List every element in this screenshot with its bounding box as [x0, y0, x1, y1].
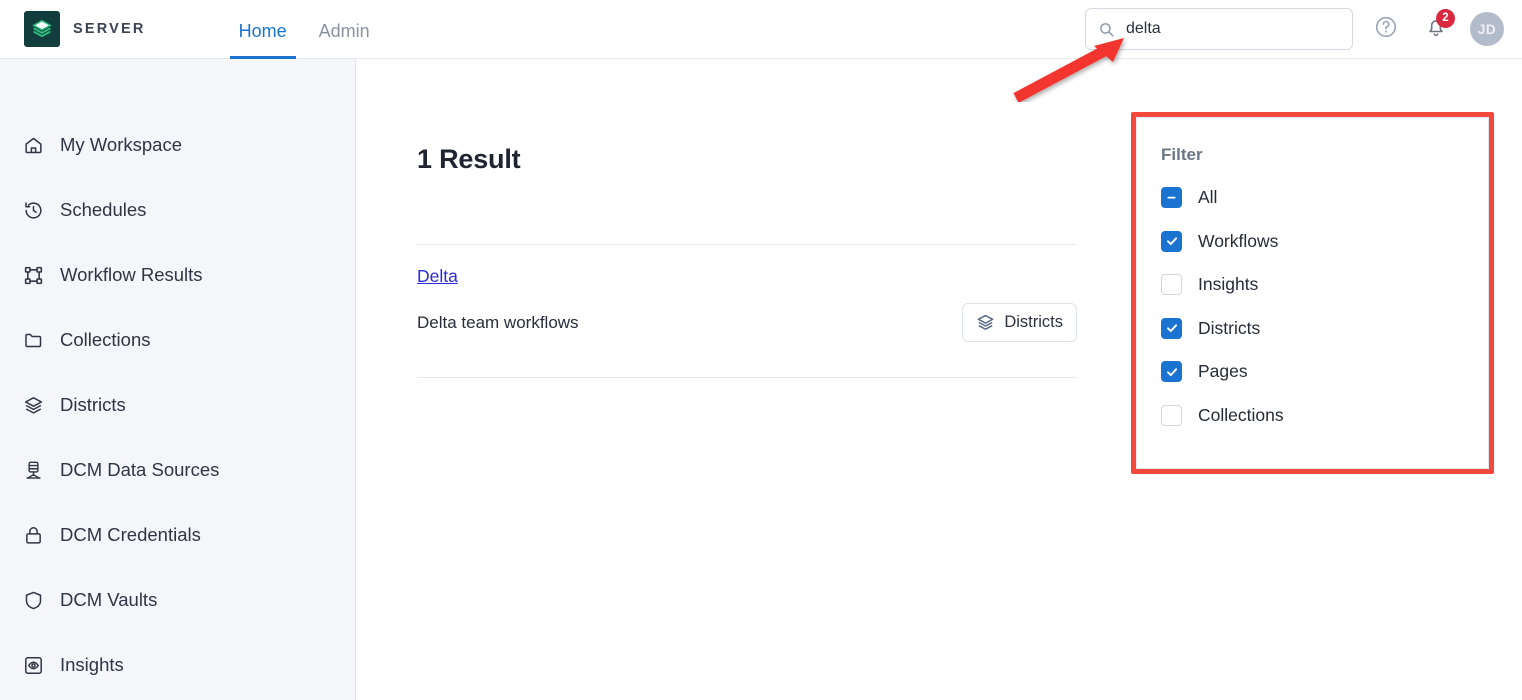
folder-icon — [20, 330, 46, 351]
app-header: SERVER Home Admin delta 2 JD — [0, 0, 1522, 59]
sidebar-item-label: Districts — [60, 394, 126, 416]
filter-option-insights[interactable]: Insights — [1161, 263, 1488, 307]
sidebar-item-label: My Workspace — [60, 134, 182, 156]
brand-name: SERVER — [73, 21, 146, 37]
filter-option-all[interactable]: All — [1161, 176, 1488, 220]
page-title: 1 Result — [417, 144, 521, 174]
filter-option-label: Districts — [1198, 317, 1261, 338]
filter-option-label: Insights — [1198, 274, 1259, 294]
help-button[interactable] — [1369, 12, 1403, 46]
sidebar-item-districts[interactable]: Districts — [0, 373, 355, 438]
sidebar-item-collections[interactable]: Collections — [0, 308, 355, 373]
sidebar-item-dcm-data-sources[interactable]: DCM Data Sources — [0, 438, 355, 503]
filter-option-label: Pages — [1198, 361, 1248, 381]
result-type-chip[interactable]: Districts — [962, 303, 1077, 342]
filter-option-workflows[interactable]: Workflows — [1161, 220, 1488, 264]
checkbox-checked-icon[interactable] — [1161, 317, 1182, 339]
filter-option-collections[interactable]: Collections — [1161, 394, 1488, 438]
layers-logo-icon — [24, 11, 60, 47]
header-actions: 2 JD — [1085, 8, 1504, 50]
notification-count-badge: 2 — [1436, 9, 1455, 28]
checkbox-checked-icon[interactable] — [1161, 230, 1182, 252]
search-box[interactable] — [1085, 8, 1353, 50]
sidebar-item-label: Insights — [60, 654, 124, 676]
sidebar-item-my-workspace[interactable]: My Workspace — [0, 113, 355, 178]
filter-option-label: Workflows — [1198, 230, 1279, 251]
layers-icon — [976, 313, 995, 332]
sidebar-item-label: DCM Vaults — [60, 589, 158, 611]
results-divider-bottom — [417, 377, 1077, 378]
layers-icon — [20, 395, 46, 416]
clock-history-icon — [20, 200, 46, 221]
checkbox-unchecked-icon[interactable] — [1161, 274, 1182, 296]
result-chip-label: Districts — [1004, 313, 1063, 331]
tab-admin[interactable]: Admin — [310, 22, 379, 59]
sidebar-item-label: Workflow Results — [60, 264, 203, 286]
avatar[interactable]: JD — [1470, 12, 1504, 46]
database-network-icon — [20, 460, 46, 481]
tab-home[interactable]: Home — [229, 22, 296, 59]
search-icon — [1098, 21, 1115, 38]
eye-square-icon — [20, 655, 46, 676]
search-input[interactable] — [1126, 20, 1340, 38]
sidebar-item-dcm-credentials[interactable]: DCM Credentials — [0, 503, 355, 568]
workflow-nodes-icon — [20, 265, 46, 286]
sidebar-item-workflow-results[interactable]: Workflow Results — [0, 243, 355, 308]
filter-panel-title: Filter — [1161, 145, 1203, 164]
brand: SERVER — [24, 11, 146, 47]
sidebar-item-schedules[interactable]: Schedules — [0, 178, 355, 243]
checkbox-indeterminate-icon[interactable] — [1161, 187, 1182, 209]
shield-icon — [20, 590, 46, 611]
filter-panel-highlight: Filter All Workflows Insights Districts — [1131, 112, 1494, 474]
sidebar-item-insights[interactable]: Insights — [0, 633, 355, 698]
question-circle-icon — [1374, 15, 1398, 44]
sidebar-item-label: DCM Credentials — [60, 524, 201, 546]
filter-panel: Filter All Workflows Insights Districts — [1136, 117, 1489, 469]
sidebar-item-label: Collections — [60, 329, 151, 351]
notifications-button[interactable]: 2 — [1419, 9, 1455, 46]
filter-option-pages[interactable]: Pages — [1161, 350, 1488, 394]
list-item: Delta Delta team workflows Districts — [417, 266, 1077, 342]
results-divider-top — [417, 244, 1077, 245]
filter-option-districts[interactable]: Districts — [1161, 307, 1488, 351]
checkbox-unchecked-icon[interactable] — [1161, 404, 1182, 426]
checkbox-checked-icon[interactable] — [1161, 361, 1182, 383]
main-nav: Home Admin — [229, 0, 393, 59]
result-title-link[interactable]: Delta — [417, 266, 458, 287]
lock-icon — [20, 525, 46, 546]
filter-option-label: All — [1198, 187, 1218, 207]
sidebar-item-label: DCM Data Sources — [60, 459, 220, 481]
sidebar: My Workspace Schedules Workflow Results — [0, 59, 356, 700]
sidebar-item-label: Schedules — [60, 199, 147, 221]
home-icon — [20, 135, 46, 156]
filter-option-label: Collections — [1198, 404, 1284, 425]
sidebar-item-dcm-vaults[interactable]: DCM Vaults — [0, 568, 355, 633]
